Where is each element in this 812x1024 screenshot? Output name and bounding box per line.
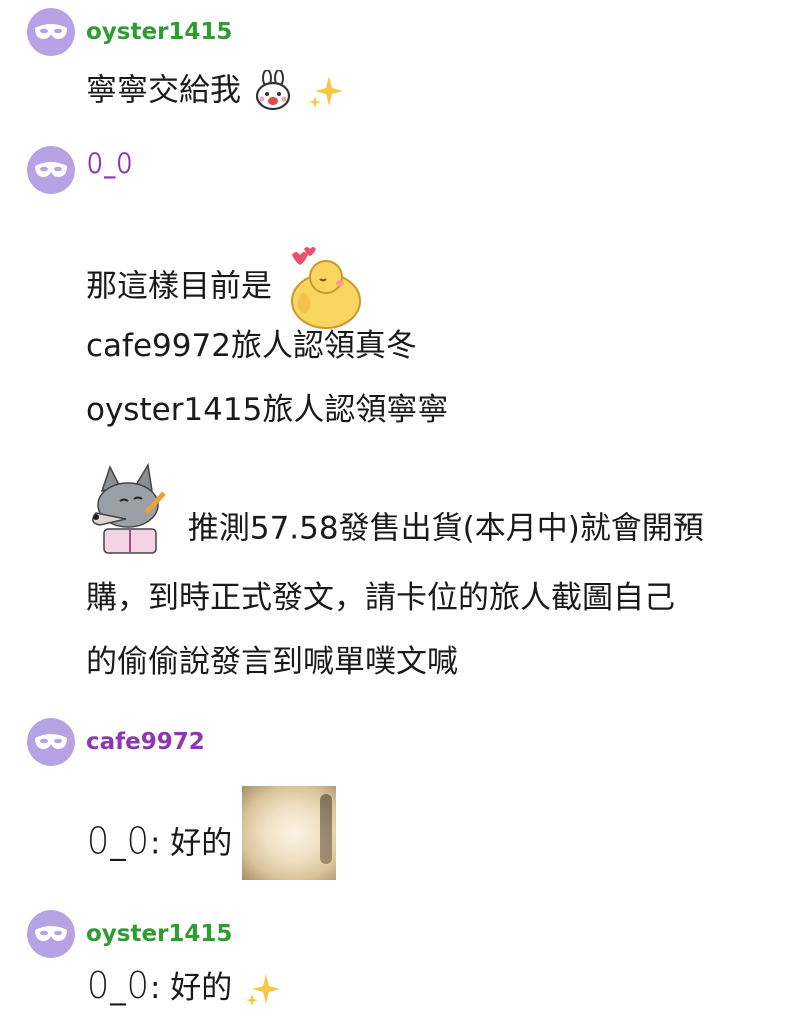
message-line: ꄲ_ꄲ: 好的 bbox=[86, 968, 282, 1010]
message-text: ꄲ_ꄲ: 好的 bbox=[86, 825, 233, 862]
message-line: 那這樣目前是 bbox=[86, 245, 362, 331]
message-text: cafe9972旅人認領真冬 bbox=[86, 328, 417, 364]
username[interactable]: oyster1415 bbox=[86, 920, 232, 948]
bunny-sticker-icon bbox=[255, 70, 290, 111]
message-line: cafe9972旅人認領真冬 bbox=[86, 326, 417, 366]
username[interactable]: oyster1415 bbox=[86, 18, 232, 46]
sparkle-icon bbox=[246, 973, 281, 1006]
avatar[interactable] bbox=[27, 910, 75, 958]
message-text: 那這樣目前是 bbox=[86, 268, 272, 305]
avatar[interactable] bbox=[27, 8, 75, 56]
message-line: 寧寧交給我 bbox=[86, 70, 345, 114]
message-text: 寧寧交給我 bbox=[86, 72, 241, 109]
mask-icon bbox=[35, 162, 67, 177]
duck-photo[interactable] bbox=[242, 786, 337, 880]
avatar[interactable] bbox=[27, 718, 75, 766]
message-text: 推測57.58發售出貨(本月中)就會開預 bbox=[187, 510, 704, 547]
message-text: 的偷偷說發言到喊單噗文喊 bbox=[86, 644, 458, 680]
avatar[interactable] bbox=[27, 146, 75, 194]
message-line: 推測57.58發售出貨(本月中)就會開預 bbox=[86, 463, 704, 555]
mask-icon bbox=[35, 24, 67, 39]
mask-icon bbox=[35, 926, 67, 941]
username[interactable]: ꄲ_ꄲ bbox=[86, 152, 133, 180]
mask-icon bbox=[35, 734, 67, 749]
message-text: 購，到時正式發文，請卡位的旅人截圖自己 bbox=[86, 580, 675, 616]
message-text: oyster1415旅人認領寧寧 bbox=[86, 392, 449, 428]
username[interactable]: cafe9972 bbox=[86, 728, 205, 756]
wolf-sticker-icon bbox=[92, 463, 166, 554]
chick-sticker-icon bbox=[290, 247, 361, 329]
message-line: 的偷偷說發言到喊單噗文喊 bbox=[86, 642, 458, 682]
sparkle-icon bbox=[308, 76, 343, 108]
message-line: 購，到時正式發文，請卡位的旅人截圖自己 bbox=[86, 578, 675, 618]
message-line: ꄲ_ꄲ: 好的 bbox=[86, 786, 337, 880]
message-text: ꄲ_ꄲ: 好的 bbox=[86, 970, 233, 1006]
message-line: oyster1415旅人認領寧寧 bbox=[86, 390, 448, 430]
